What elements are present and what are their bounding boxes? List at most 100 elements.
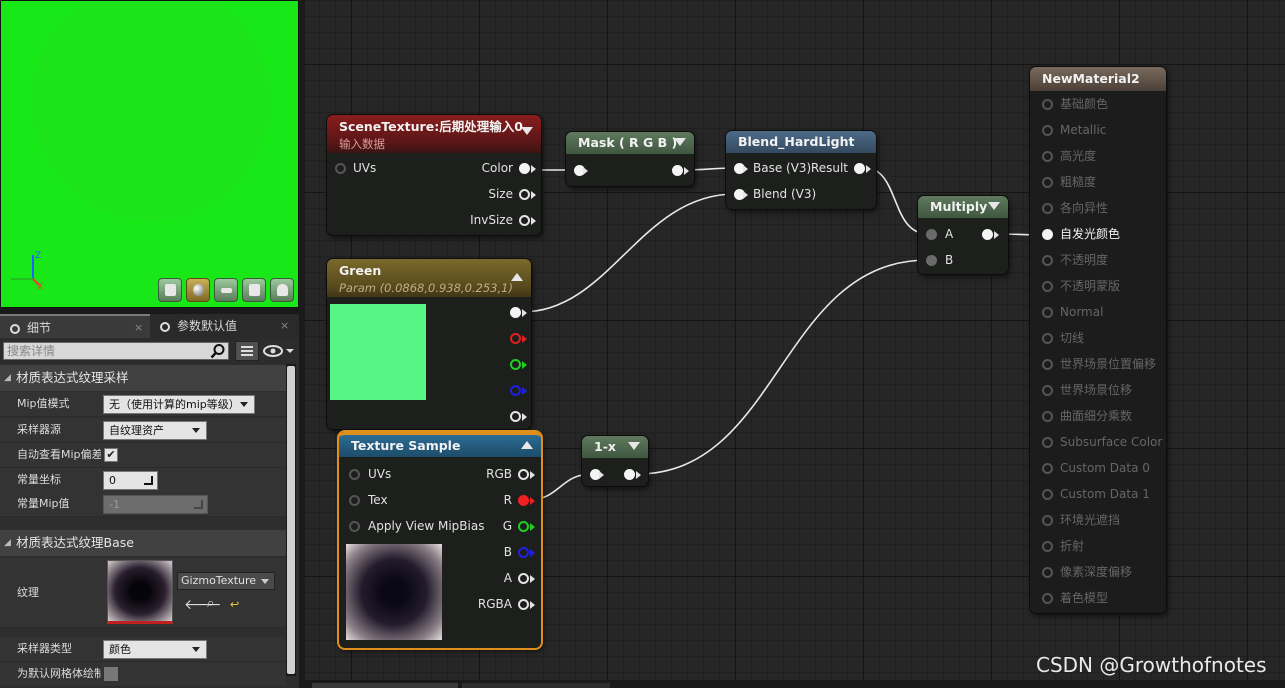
- input-pin-4[interactable]: [1042, 203, 1053, 214]
- node-header[interactable]: 1-x: [582, 436, 648, 458]
- input-pin-17[interactable]: [1042, 541, 1053, 552]
- preview-sphere-button[interactable]: [186, 278, 210, 302]
- auto-view-mip-bias-checkbox[interactable]: ✔: [104, 448, 118, 462]
- node-title: Texture Sample: [351, 438, 461, 453]
- node-header[interactable]: SceneTexture:后期处理输入0 输入数据: [327, 115, 541, 153]
- texture-asset-dropdown[interactable]: GizmoTexture: [177, 572, 275, 590]
- collapse-arrow-icon[interactable]: [628, 442, 640, 450]
- output-pin-color[interactable]: [519, 163, 530, 174]
- collapse-arrow-icon[interactable]: [674, 138, 686, 146]
- input-pin-tex[interactable]: [349, 495, 360, 506]
- preview-cylinder-button[interactable]: [158, 278, 182, 302]
- category-texture-base[interactable]: ◢ 材质表达式纹理Base: [0, 530, 286, 556]
- input-pin-10[interactable]: [1042, 359, 1053, 370]
- const-mip-value-field[interactable]: -1: [103, 495, 208, 514]
- texture-thumbnail[interactable]: [107, 560, 173, 624]
- input-pin-14[interactable]: [1042, 463, 1053, 474]
- node-green-param[interactable]: Green Param (0.0868,0.938,0.253,1): [327, 259, 531, 429]
- input-pin-apply-view-mipbias[interactable]: [349, 521, 360, 532]
- eye-icon[interactable]: [262, 342, 298, 360]
- output-pin-mask[interactable]: [672, 165, 683, 176]
- bottom-tab[interactable]: [462, 683, 610, 688]
- input-pin-a[interactable]: [926, 229, 937, 240]
- input-pin-uvs[interactable]: [349, 469, 360, 480]
- details-scrollbar-thumb[interactable]: [287, 366, 295, 674]
- output-pin-invsize[interactable]: [519, 215, 530, 226]
- node-material-result[interactable]: NewMaterial2 基础颜色 Metallic 高光度 粗糙度 各向异性 自发光颜色…: [1030, 67, 1166, 613]
- sampler-source-dropdown[interactable]: 自纹理资产: [103, 421, 207, 440]
- collapse-arrow-icon[interactable]: [521, 127, 533, 135]
- output-pin-rgb[interactable]: [518, 469, 529, 480]
- node-one-minus[interactable]: 1-x: [582, 436, 648, 486]
- output-pin-multiply[interactable]: [982, 229, 993, 240]
- close-tab-icon[interactable]: ×: [280, 314, 289, 338]
- browse-magnifier-icon[interactable]: ⌕: [207, 596, 214, 611]
- input-pin-15[interactable]: [1042, 489, 1053, 500]
- input-pin-b[interactable]: [926, 255, 937, 266]
- node-blend-hardlight[interactable]: Blend_HardLight Base (V3) Result Blend (…: [726, 131, 876, 209]
- output-pin-one-minus[interactable]: [624, 469, 635, 480]
- input-pin-2[interactable]: [1042, 151, 1053, 162]
- default-mesh-painting-checkbox[interactable]: [104, 667, 118, 681]
- output-pin-b[interactable]: [518, 547, 529, 558]
- preview-viewport[interactable]: Z X: [0, 0, 299, 308]
- const-coordinate-field[interactable]: 0: [103, 471, 158, 490]
- output-pin-b[interactable]: [510, 385, 521, 396]
- output-pin-g[interactable]: [510, 359, 521, 370]
- search-details-input[interactable]: 搜索详情: [3, 342, 229, 360]
- output-pin-result[interactable]: [854, 163, 865, 174]
- node-header[interactable]: Blend_HardLight: [726, 131, 876, 153]
- input-pin-13[interactable]: [1042, 437, 1053, 448]
- output-pin-g[interactable]: [518, 521, 529, 532]
- input-pin-19[interactable]: [1042, 593, 1053, 604]
- collapse-arrow-icon[interactable]: [511, 273, 523, 281]
- input-pin-9[interactable]: [1042, 333, 1053, 344]
- reset-to-default-icon[interactable]: ↩: [230, 598, 239, 611]
- input-pin-6[interactable]: [1042, 255, 1053, 266]
- node-multiply[interactable]: Multiply A B: [918, 196, 1008, 274]
- output-pin-r[interactable]: [518, 495, 529, 506]
- search-icon[interactable]: [210, 343, 226, 359]
- output-pin-size[interactable]: [519, 189, 530, 200]
- node-header[interactable]: Green Param (0.0868,0.938,0.253,1): [327, 259, 531, 297]
- input-pin-7[interactable]: [1042, 281, 1053, 292]
- preview-cube-button[interactable]: [242, 278, 266, 302]
- node-texture-sample[interactable]: Texture Sample UVs Tex Apply View MipBia…: [339, 432, 541, 648]
- node-header[interactable]: Texture Sample: [339, 432, 541, 457]
- close-tab-icon[interactable]: ×: [134, 316, 143, 340]
- node-header[interactable]: Mask ( R G B ): [566, 132, 694, 154]
- preview-teapot-button[interactable]: [270, 278, 294, 302]
- list-view-button[interactable]: [235, 341, 259, 361]
- sampler-type-dropdown[interactable]: 颜色: [103, 640, 207, 659]
- output-pin-a[interactable]: [510, 411, 521, 422]
- output-pin-r[interactable]: [510, 333, 521, 344]
- output-pin-rgba[interactable]: [518, 599, 529, 610]
- node-mask[interactable]: Mask ( R G B ): [566, 132, 694, 186]
- mip-value-mode-dropdown[interactable]: 无（使用计算的mip等级）: [103, 395, 255, 414]
- node-header[interactable]: Multiply: [918, 196, 1008, 218]
- input-pin-5[interactable]: [1042, 229, 1053, 240]
- input-pin-8[interactable]: [1042, 307, 1053, 318]
- node-scene-texture[interactable]: SceneTexture:后期处理输入0 输入数据 UVs Color Size…: [327, 115, 541, 235]
- node-header[interactable]: NewMaterial2: [1030, 67, 1166, 91]
- output-pin-a[interactable]: [518, 573, 529, 584]
- use-selected-arrow-icon[interactable]: 🡐: [184, 596, 222, 613]
- input-pin-18[interactable]: [1042, 567, 1053, 578]
- collapse-arrow-icon[interactable]: [988, 202, 1000, 210]
- input-pin-1[interactable]: [1042, 125, 1053, 136]
- output-pin-rgb[interactable]: [510, 307, 521, 318]
- input-pin-16[interactable]: [1042, 515, 1053, 526]
- category-texture-sample[interactable]: ◢ 材质表达式纹理采样: [0, 365, 286, 391]
- tab-details[interactable]: 细节 ×: [0, 314, 150, 338]
- collapse-arrow-icon[interactable]: [521, 441, 533, 449]
- tab-parameter-defaults[interactable]: 参数默认值 ×: [150, 314, 300, 338]
- input-pin-3[interactable]: [1042, 177, 1053, 188]
- dropdown-value: GizmoTexture: [181, 574, 257, 587]
- input-pin-uvs[interactable]: [335, 163, 346, 174]
- preview-plane-button[interactable]: [214, 278, 238, 302]
- property-row-auto-view-mip-bias: 自动查看Mip偏差 ✔: [0, 443, 286, 468]
- input-pin-0[interactable]: [1042, 99, 1053, 110]
- bottom-tab[interactable]: [312, 683, 458, 688]
- input-pin-11[interactable]: [1042, 385, 1053, 396]
- input-pin-12[interactable]: [1042, 411, 1053, 422]
